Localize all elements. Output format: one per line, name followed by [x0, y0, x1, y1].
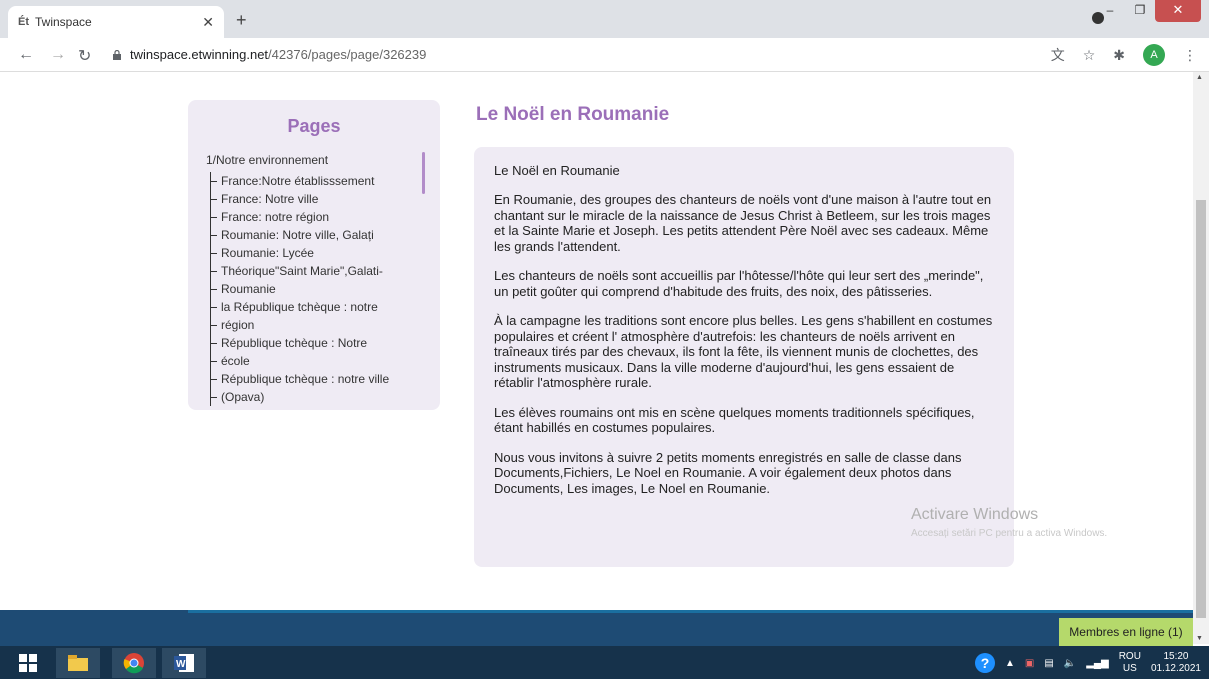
extensions-puzzle-icon[interactable]: ✱ [1113, 47, 1125, 64]
sidebar-page-item[interactable]: République tchèque : notre ville [211, 370, 422, 388]
windows-start-icon[interactable] [6, 648, 50, 678]
sidebar-page-item[interactable]: Roumanie: Lycée [211, 244, 422, 262]
browser-tab[interactable]: Ét Twinspace ✕ [8, 6, 224, 38]
restore-button[interactable]: ❐ [1125, 0, 1155, 22]
device-icon[interactable]: ▤ [1044, 658, 1053, 669]
forward-button[interactable]: → [50, 46, 66, 64]
windows-activation-subtitle: Accesați setări PC pentru a activa Windo… [911, 528, 1108, 539]
windows-taskbar: W ? ▲ ▣ ▤ 🔈 ▂▄▆ ROU US 15:20 01.12.2021 [0, 646, 1209, 679]
clock-time: 15:20 [1163, 651, 1189, 662]
sidebar-page-item[interactable]: France: notre région [211, 208, 422, 226]
article-heading: Le Noël en Roumanie [494, 163, 620, 178]
close-window-button[interactable]: ✕ [1155, 0, 1201, 22]
sidebar-page-item[interactable]: école [211, 352, 422, 370]
url-path: /42376/pages/page/326239 [268, 47, 427, 62]
sidebar-page-item[interactable]: (Opava) [211, 388, 422, 406]
scroll-up-icon[interactable]: ▲ [1196, 74, 1203, 81]
back-button[interactable]: ← [18, 46, 34, 64]
network-warning-icon[interactable]: ▣ [1025, 658, 1034, 669]
show-hidden-icons-icon[interactable]: ▲ [1005, 658, 1015, 669]
toolbar-icons: 文 ☆ ✱ A ⋮ [1051, 44, 1197, 66]
bookmark-star-icon[interactable]: ☆ [1083, 47, 1096, 64]
page-scrollbar-thumb[interactable] [1196, 200, 1206, 618]
page-scrollbar[interactable]: ▲ ▼ [1193, 72, 1209, 644]
sidebar-page-item[interactable]: Roumanie [211, 280, 422, 298]
article-body: Le Noël en Roumanie En Roumanie, des gro… [474, 147, 1014, 567]
help-icon[interactable]: ? [974, 653, 995, 673]
article-paragraph: Les chanteurs de noëls sont accueillis p… [494, 268, 984, 299]
sidebar-title: Pages [287, 116, 341, 136]
windows-activation-title: Activare Windows [911, 506, 1039, 523]
article-paragraph: En Roumanie, des groupes des chanteurs d… [494, 192, 992, 254]
page-title: Le Noël en Roumanie [476, 104, 670, 125]
url-field[interactable]: twinspace.etwinning.net/42376/pages/page… [130, 47, 426, 62]
signal-icon[interactable]: ▂▄▆ [1086, 658, 1108, 669]
clock[interactable]: 15:20 01.12.2021 [1151, 651, 1201, 675]
minimize-button[interactable]: – [1095, 0, 1125, 22]
sidebar-page-item[interactable]: la République tchèque : notre [211, 298, 422, 316]
sidebar-page-item[interactable]: Théorique"Saint Marie",Galati- [211, 262, 422, 280]
menu-kebab-icon[interactable]: ⋮ [1183, 47, 1197, 64]
sidebar-scrollbar-thumb[interactable] [422, 152, 425, 194]
keyboard-layout: US [1122, 663, 1137, 674]
chrome-icon[interactable] [112, 648, 156, 678]
sidebar-page-item[interactable]: région [211, 316, 422, 334]
svg-text:W: W [176, 659, 186, 670]
sidebar-root-item[interactable]: 1/Notre environnement [206, 152, 422, 168]
volume-icon[interactable]: 🔈 [1064, 658, 1076, 669]
sidebar-page-item[interactable]: République tchèque : Notre [211, 334, 422, 352]
sidebar-page-item[interactable]: France:Notre établisssement [211, 172, 422, 190]
sidebar-page-item[interactable]: Roumanie: Notre ville, Galați [211, 226, 422, 244]
lock-icon [113, 50, 121, 60]
url-host: twinspace.etwinning.net [130, 47, 269, 62]
twinspace-favicon-icon: Ét [18, 16, 29, 28]
new-tab-button[interactable]: + [236, 10, 247, 31]
online-members-button[interactable]: Membres en ligne (1) [1059, 618, 1193, 646]
translate-icon[interactable]: 文 [1051, 45, 1065, 65]
pages-list[interactable]: 1/Notre environnement France:Notre établ… [206, 152, 422, 408]
language-code: ROU [1118, 651, 1141, 662]
article-paragraph: Nous vous invitons à suivre 2 petits mom… [494, 449, 962, 496]
browser-tab-bar: Ét Twinspace ✕ + – ❐ ✕ [0, 0, 1209, 38]
address-bar: ← → ↻ twinspace.etwinning.net/42376/page… [0, 38, 1209, 72]
footer-divider [188, 610, 1193, 613]
article-paragraph: Les élèves roumains ont mis en scène que… [494, 404, 975, 436]
system-tray: ? ▲ ▣ ▤ 🔈 ▂▄▆ ROU US 15:20 01.12.2021 [974, 648, 1201, 678]
scroll-down-icon[interactable]: ▼ [1196, 635, 1203, 642]
window-controls: – ❐ ✕ [1095, 0, 1209, 24]
clock-date: 01.12.2021 [1150, 663, 1201, 674]
sidebar-page-item[interactable]: France: Notre ville [211, 190, 422, 208]
profile-avatar[interactable]: A [1143, 44, 1165, 66]
language-indicator[interactable]: ROU US [1119, 651, 1141, 675]
reload-button[interactable]: ↻ [78, 46, 91, 66]
pages-tree: France:Notre établisssement France: Notre… [210, 172, 422, 406]
article-paragraph: À la campagne les traditions sont encore… [494, 313, 993, 390]
close-tab-icon[interactable]: ✕ [202, 14, 214, 31]
pages-sidebar: Pages 1/Notre environnement France:Notre… [188, 100, 440, 410]
file-explorer-icon[interactable] [56, 648, 100, 678]
tab-title: Twinspace [35, 15, 92, 29]
word-icon[interactable]: W [162, 648, 206, 678]
site-footer-bar [0, 610, 1193, 646]
